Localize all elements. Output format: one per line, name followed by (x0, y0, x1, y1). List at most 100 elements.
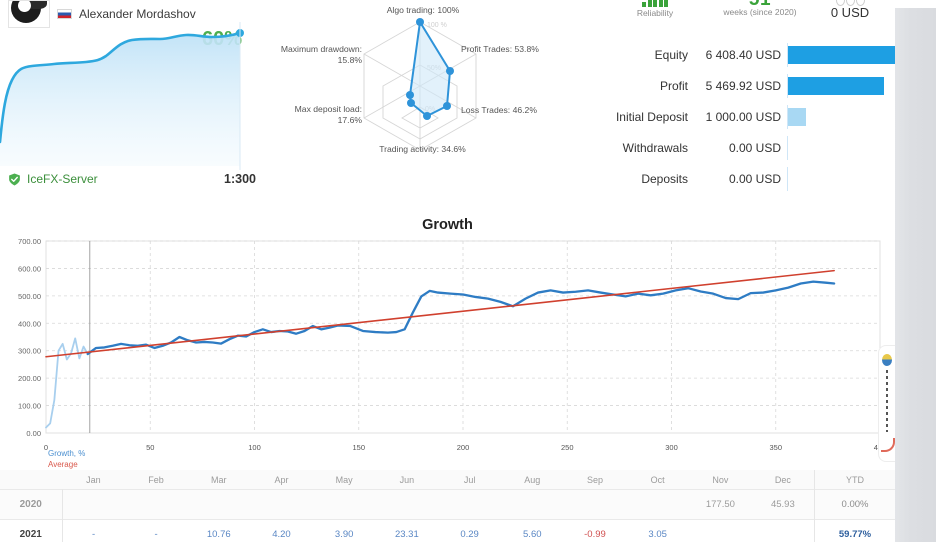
edge-overlay-widget[interactable] (878, 345, 895, 462)
col-jan: Jan (62, 470, 125, 490)
leverage-value: 1:300 (224, 172, 256, 186)
svg-text:300: 300 (665, 443, 678, 452)
col-oct: Oct (626, 470, 690, 490)
legend-growth-label: Growth, % (48, 449, 86, 458)
cell: -0.99 (563, 519, 627, 542)
cell (312, 489, 376, 520)
stat-bar (788, 77, 885, 95)
cell: 3.90 (312, 519, 376, 542)
row-year: 2021 (0, 519, 63, 542)
legend-average-label: Average (48, 460, 78, 469)
stat-value: 1 000.00 USD (705, 110, 781, 124)
growth-chart-legend: Growth, % Average (48, 448, 85, 470)
stat-label: Initial Deposit (615, 110, 688, 124)
table-row: 2020 177.50 45.93 0.00% (0, 489, 895, 520)
col-aug: Aug (500, 470, 564, 490)
gutter-top-spacer (895, 0, 936, 8)
col-nov: Nov (689, 470, 752, 490)
svg-text:200: 200 (457, 443, 470, 452)
cell (500, 489, 564, 520)
monthly-returns-table: Jan Feb Mar Apr May Jun Jul Aug Sep Oct … (0, 470, 895, 542)
cell-ytd: 0.00% (814, 489, 895, 520)
badge-funds: 0 USD (805, 0, 895, 20)
russia-flag-icon (57, 9, 72, 19)
badge-reliability: Reliability (610, 0, 700, 18)
stat-bar (788, 46, 895, 64)
profile-page: Alexander Mordashov 60% (0, 0, 895, 542)
badges-row: Reliability 51 weeks (since 2020) 0 USD (600, 0, 895, 28)
col-sep: Sep (563, 470, 627, 490)
stat-label: Withdrawals (622, 141, 688, 155)
cell (438, 489, 501, 520)
svg-text:100: 100 (248, 443, 261, 452)
col-apr: Apr (250, 470, 313, 490)
stat-value: 0.00 USD (728, 141, 781, 155)
cell (62, 489, 125, 520)
stat-value: 6 408.40 USD (705, 48, 781, 62)
cell (250, 489, 313, 520)
top-summary-section: Alexander Mordashov 60% (0, 0, 895, 200)
stat-row-equity: Equity 6 408.40 USD (600, 43, 895, 67)
stat-row-withdrawals: Withdrawals 0.00 USD (600, 136, 895, 160)
page-right-gutter (895, 0, 936, 542)
radar-label-max-deposit-load: Max deposit load: 17.6% (294, 104, 362, 125)
cell: 3.05 (626, 519, 690, 542)
radar-label-loss-trades: Loss Trades: 46.2% (461, 105, 537, 115)
col-ytd: YTD (814, 470, 895, 490)
svg-text:400.00: 400.00 (18, 319, 41, 328)
svg-text:0.00: 0.00 (26, 429, 41, 438)
radar-label-max-drawdown: Maximum drawdown: 15.8% (280, 44, 362, 65)
svg-text:250: 250 (561, 443, 574, 452)
radar-chart: 100 % 50% 0% Algo trading: 100% Profit T… (255, 0, 585, 200)
col-may: May (312, 470, 376, 490)
server-row: IceFX-Server 1:300 (8, 170, 256, 192)
svg-text:100 %: 100 % (427, 22, 447, 29)
svg-text:50: 50 (146, 443, 154, 452)
stat-row-profit: Profit 5 469.92 USD (600, 74, 895, 98)
col-jun: Jun (375, 470, 439, 490)
marker-dot-icon (882, 354, 892, 366)
cell (375, 489, 439, 520)
svg-text:600.00: 600.00 (18, 264, 41, 273)
growth-chart-svg: 0.00 100.00 200.00 300.00 400.00 500.00 600.00… (18, 237, 886, 452)
dashed-line-icon (886, 370, 888, 432)
cell: - (62, 519, 125, 542)
stat-row-initial-deposit: Initial Deposit 1 000.00 USD (600, 105, 895, 129)
stat-label: Deposits (641, 172, 688, 186)
svg-text:700.00: 700.00 (18, 237, 41, 246)
cell (187, 489, 251, 520)
svg-text:100.00: 100.00 (18, 402, 41, 411)
cell (689, 519, 752, 542)
trader-name: Alexander Mordashov (79, 7, 196, 21)
svg-text:200.00: 200.00 (18, 374, 41, 383)
stat-label: Equity (654, 48, 688, 62)
cell-ytd: 59.77% (814, 519, 895, 542)
cell: 0.29 (438, 519, 501, 542)
cell: 4.20 (250, 519, 313, 542)
col-year (0, 470, 62, 490)
stat-value: 5 469.92 USD (705, 79, 781, 93)
cell: - (124, 519, 188, 542)
stat-bar (788, 108, 807, 126)
cell (563, 489, 627, 520)
svg-text:350: 350 (769, 443, 782, 452)
svg-text:150: 150 (352, 443, 365, 452)
cell: 10.76 (187, 519, 251, 542)
cell: 45.93 (751, 489, 815, 520)
table-header-row: Jan Feb Mar Apr May Jun Jul Aug Sep Oct … (0, 470, 895, 490)
server-name[interactable]: IceFX-Server (27, 172, 98, 186)
verified-shield-icon (9, 172, 20, 186)
table-row: 2021 - - 10.76 4.20 3.90 23.31 0.29 5.60… (0, 519, 895, 542)
col-feb: Feb (124, 470, 188, 490)
badge-reliability-caption: Reliability (636, 8, 674, 18)
cell (751, 519, 815, 542)
stat-label: Profit (659, 79, 688, 93)
radar-svg: 100 % 50% 0% (363, 18, 477, 151)
curve-icon (881, 438, 895, 452)
cell: 23.31 (375, 519, 439, 542)
stat-row-deposits: Deposits 0.00 USD (600, 167, 895, 191)
account-stats-panel: Reliability 51 weeks (since 2020) 0 USD … (600, 0, 895, 200)
cell (626, 489, 690, 520)
sparkline-svg (0, 22, 244, 170)
growth-chart-title: Growth (422, 217, 473, 233)
